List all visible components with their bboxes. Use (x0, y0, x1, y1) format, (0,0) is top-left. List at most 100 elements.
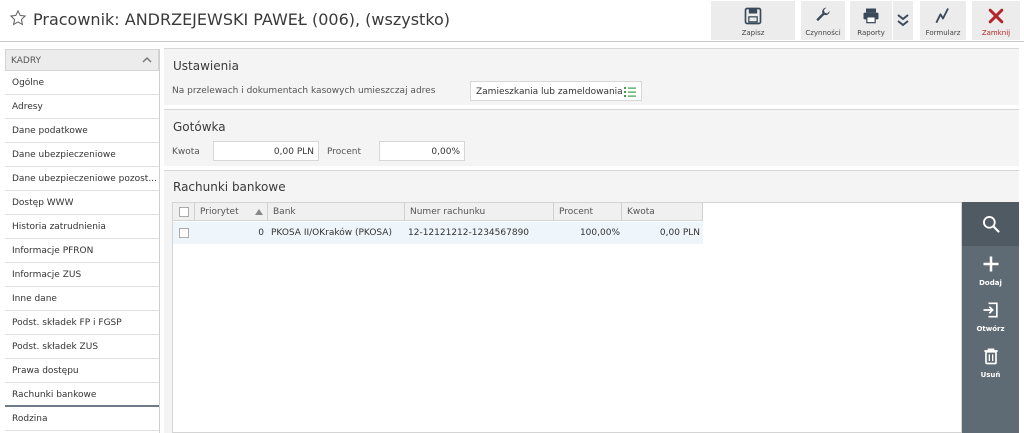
column-bank-label: Bank (273, 207, 296, 217)
column-account-number[interactable]: Numer rachunku (405, 203, 554, 221)
list-icon (624, 87, 636, 97)
cash-title: Gotówka (173, 120, 226, 134)
row-checkbox[interactable] (179, 228, 189, 238)
sidebar-item-dane-ubezpieczeniowe-pozostale[interactable]: Dane ubezpieczeniowe pozost... (5, 167, 159, 191)
save-label: Zapisz (741, 29, 765, 37)
cell-account-number: 12-12121212-1234567890 (408, 228, 530, 238)
column-percent[interactable]: Procent (554, 203, 622, 221)
search-button[interactable] (962, 202, 1019, 246)
column-percent-label: Procent (559, 207, 593, 217)
sidebar-item-label: Inne dane (12, 294, 57, 304)
trash-icon (983, 348, 998, 365)
double-chevron-down-icon (897, 14, 909, 27)
sidebar-item-dostep-www[interactable]: Dostęp WWW (5, 191, 159, 215)
open-button[interactable]: Otwórz (962, 292, 1019, 338)
sidebar-item-label: Rodzina (12, 414, 48, 424)
sidebar-item-dane-ubezpieczeniowe[interactable]: Dane ubezpieczeniowe (5, 143, 159, 167)
sidebar-section-header[interactable]: KADRY (5, 49, 159, 71)
actions-label: Czynności (805, 29, 841, 37)
cell-amount: 0,00 PLN (659, 228, 700, 238)
more-dropdown-button[interactable] (893, 1, 913, 40)
sidebar-item-label: Informacje ZUS (12, 270, 82, 280)
bank-accounts-title: Rachunki bankowe (173, 180, 286, 194)
favorite-star-icon[interactable] (9, 9, 27, 27)
sidebar-item-label: Informacje PFRON (12, 246, 94, 256)
sidebar-item-label: Ogólne (12, 78, 45, 88)
printer-icon (863, 8, 879, 24)
floppy-disk-icon (744, 7, 762, 25)
column-bank[interactable]: Bank (268, 203, 405, 221)
reports-button[interactable]: Raporty (850, 1, 892, 40)
sidebar: KADRY Ogólne Adresy Dane podatkowe Dane … (5, 49, 160, 433)
window-header: Pracownik: ANDRZEJEWSKI PAWEŁ (006), (ws… (0, 0, 1024, 42)
grid-action-bar: Dodaj Otwórz Usuń (962, 202, 1019, 433)
column-priority[interactable]: Priorytet (195, 203, 268, 221)
actions-button[interactable]: Czynności (801, 1, 845, 40)
close-button[interactable]: Zamknij (972, 1, 1020, 40)
open-label: Otwórz (976, 325, 1005, 333)
address-select-value: Zamieszkania lub zameldowania (476, 87, 623, 97)
amount-label: Kwota (172, 147, 200, 157)
settings-title: Ustawienia (173, 59, 239, 73)
table-row[interactable]: 0 PKOSA II/OKraków (PKOSA) 12-12121212-1… (173, 222, 703, 244)
add-label: Dodaj (979, 279, 1002, 287)
save-button[interactable]: Zapisz (711, 1, 795, 40)
bank-accounts-grid: Priorytet Bank Numer rachunku Procent Kw… (172, 202, 962, 433)
select-all-header[interactable] (173, 203, 195, 221)
settings-panel: Ustawienia Na przelewach i dokumentach k… (164, 48, 1019, 105)
cell-percent: 100,00% (579, 228, 620, 238)
add-button[interactable]: Dodaj (962, 246, 1019, 292)
column-amount[interactable]: Kwota (622, 203, 703, 221)
sidebar-item-label: Historia zatrudnienia (12, 222, 106, 232)
sidebar-item-label: Dane podatkowe (12, 126, 88, 136)
amount-input[interactable]: 0,00 PLN (213, 141, 319, 161)
sidebar-item-rodzina[interactable]: Rodzina (5, 407, 159, 431)
page-title: Pracownik: ANDRZEJEWSKI PAWEŁ (006), (ws… (33, 10, 451, 29)
sidebar-item-ogolne[interactable]: Ogólne (5, 71, 159, 95)
select-all-checkbox[interactable] (179, 207, 189, 217)
sidebar-item-podst-skladek-zus[interactable]: Podst. składek ZUS (5, 335, 159, 359)
wrench-icon (816, 7, 830, 22)
sidebar-item-label: Rachunki bankowe (12, 390, 97, 400)
reports-label: Raporty (857, 29, 885, 37)
amount-value: 0,00 PLN (273, 147, 314, 157)
plus-icon (983, 256, 998, 272)
grid-header: Priorytet Bank Numer rachunku Procent Kw… (173, 203, 703, 221)
address-label: Na przelewach i dokumentach kasowych umi… (172, 86, 436, 96)
forms-button[interactable]: Formularz (920, 1, 966, 40)
forms-label: Formularz (925, 29, 961, 37)
sidebar-item-label: Dane ubezpieczeniowe pozost... (12, 174, 157, 184)
sidebar-item-informacje-zus[interactable]: Informacje ZUS (5, 263, 159, 287)
percent-input[interactable]: 0,00% (379, 141, 465, 161)
sidebar-item-dane-podatkowe[interactable]: Dane podatkowe (5, 119, 159, 143)
lightning-icon (935, 8, 949, 24)
sidebar-item-podst-skladek-fp[interactable]: Podst. składek FP i FGŚP (5, 311, 159, 335)
sidebar-item-adresy[interactable]: Adresy (5, 95, 159, 119)
search-icon (982, 216, 1000, 233)
sidebar-item-inne-dane[interactable]: Inne dane (5, 287, 159, 311)
percent-value: 0,00% (431, 147, 460, 157)
delete-button[interactable]: Usuń (962, 338, 1019, 384)
address-select[interactable]: Zamieszkania lub zameldowania (470, 81, 642, 101)
sidebar-item-label: Adresy (12, 102, 43, 112)
close-label: Zamknij (981, 29, 1011, 37)
sidebar-item-rachunki-bankowe[interactable]: Rachunki bankowe (5, 383, 159, 407)
cell-bank: PKOSA II/OKraków (PKOSA) (271, 228, 392, 238)
cash-panel: Gotówka Kwota 0,00 PLN Procent 0,00% (164, 109, 1019, 166)
sidebar-section-title: KADRY (11, 56, 42, 66)
column-account-number-label: Numer rachunku (410, 207, 486, 217)
chevron-up-icon (142, 56, 152, 63)
sidebar-item-label: Prawa dostępu (12, 366, 79, 376)
sidebar-item-label: Dostęp WWW (12, 198, 74, 208)
delete-label: Usuń (980, 371, 1001, 379)
sidebar-item-historia-zatrudnienia[interactable]: Historia zatrudnienia (5, 215, 159, 239)
sort-asc-icon (255, 209, 263, 215)
column-amount-label: Kwota (627, 207, 655, 217)
sidebar-item-prawa-dostepu[interactable]: Prawa dostępu (5, 359, 159, 383)
open-icon (983, 302, 998, 318)
sidebar-item-label: Dane ubezpieczeniowe (12, 150, 116, 160)
cell-priority: 0 (258, 228, 264, 238)
percent-label: Procent (327, 147, 361, 157)
sidebar-item-informacje-pfron[interactable]: Informacje PFRON (5, 239, 159, 263)
sidebar-item-label: Podst. składek ZUS (12, 342, 99, 352)
